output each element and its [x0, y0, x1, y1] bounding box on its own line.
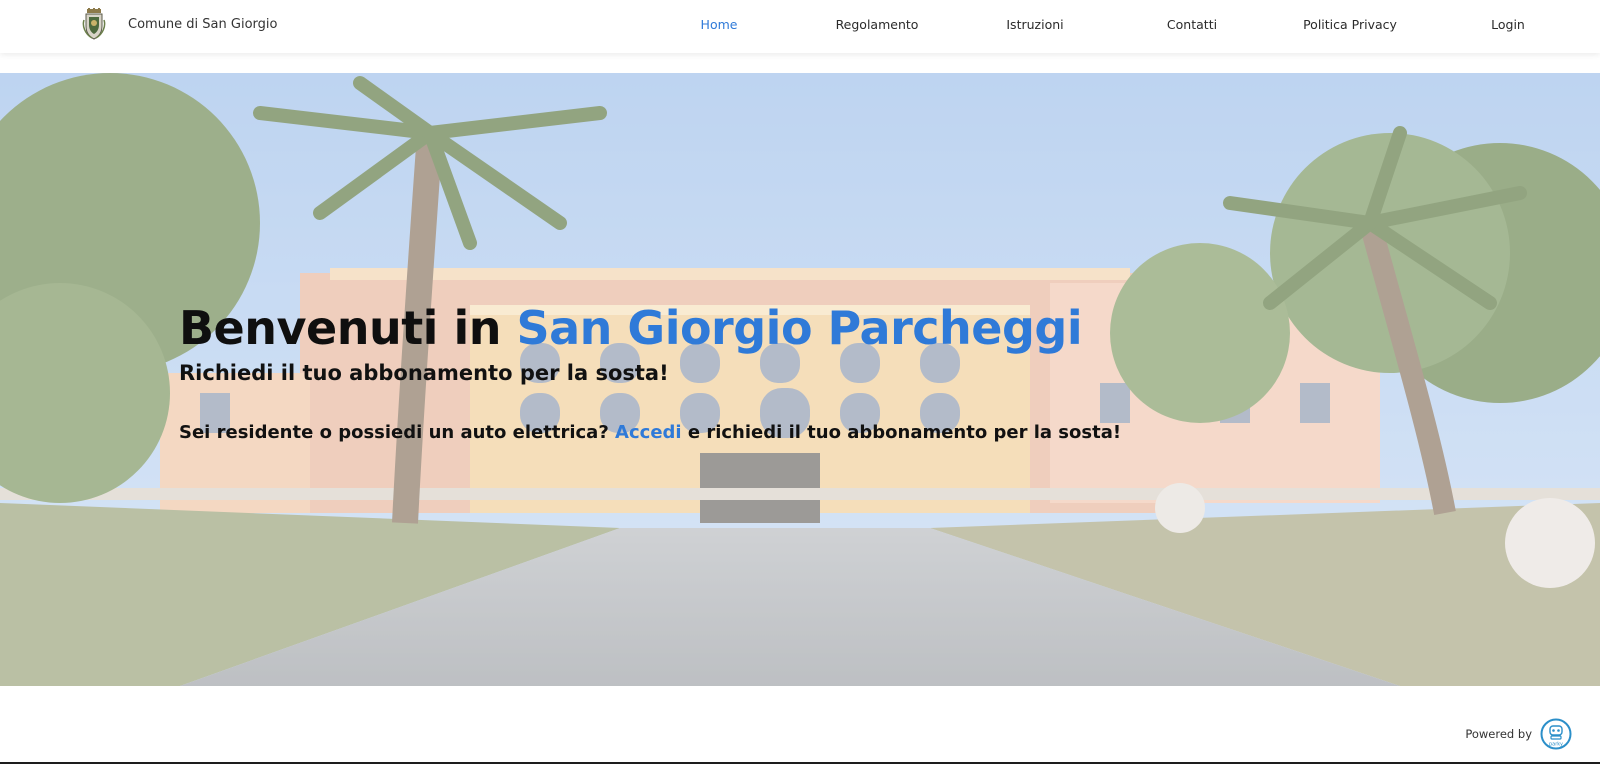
hero-title-accent: San Giorgio Parcheggi	[516, 301, 1083, 355]
hero-cta-prefix: Sei residente o possiedi un auto elettri…	[179, 422, 616, 443]
hero-cta-suffix: e richiedi il tuo abbonamento per la sos…	[681, 422, 1122, 443]
nav-regolamento[interactable]: Regolamento	[836, 17, 919, 32]
nav-contatti[interactable]: Contatti	[1167, 17, 1217, 32]
main-nav: Home Regolamento Istruzioni Contatti Pol…	[0, 0, 1600, 53]
powered-logo-text: parky	[1549, 742, 1563, 748]
hero-text-block: Benvenuti in San Giorgio Parcheggi Richi…	[179, 300, 1479, 446]
nav-login[interactable]: Login	[1491, 17, 1525, 32]
nav-home[interactable]: Home	[701, 17, 738, 32]
hero-title-prefix: Benvenuti in	[179, 301, 517, 355]
hero-title: Benvenuti in San Giorgio Parcheggi	[179, 300, 1479, 356]
accedi-link[interactable]: Accedi	[615, 422, 682, 443]
nav-istruzioni[interactable]: Istruzioni	[1006, 17, 1063, 32]
hero-cta-line: Sei residente o possiedi un auto elettri…	[179, 420, 1479, 446]
hero-section: Benvenuti in San Giorgio Parcheggi Richi…	[0, 73, 1600, 686]
powered-by: Powered by parky	[1465, 718, 1572, 750]
top-header: Comune di San Giorgio Home Regolamento I…	[0, 0, 1600, 53]
powered-by-label: Powered by	[1465, 727, 1532, 741]
hero-subtitle: Richiedi il tuo abbonamento per la sosta…	[179, 361, 669, 385]
parking-robot-logo-icon[interactable]: parky	[1540, 718, 1572, 750]
page-footer: Powered by parky	[0, 686, 1600, 764]
nav-politica-privacy[interactable]: Politica Privacy	[1303, 17, 1397, 32]
